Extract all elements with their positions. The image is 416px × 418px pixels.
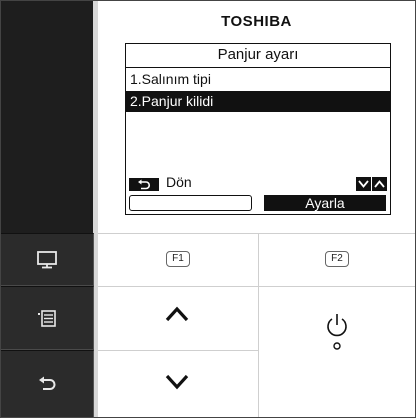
soft-key-left bbox=[129, 195, 252, 211]
chevron-down-icon bbox=[358, 180, 369, 188]
up-arrow-badge bbox=[372, 177, 387, 191]
back-key-badge bbox=[129, 178, 159, 191]
chevron-up-icon bbox=[165, 306, 189, 322]
return-icon bbox=[39, 376, 56, 390]
menu-item-salinim-tipi[interactable]: 1.Salınım tipi bbox=[126, 69, 390, 90]
f1-button[interactable]: F1 bbox=[166, 251, 190, 267]
left-panel-top bbox=[1, 1, 94, 233]
chevron-up-icon bbox=[374, 180, 385, 188]
menu-list-icon bbox=[38, 310, 56, 327]
f2-button[interactable]: F2 bbox=[325, 251, 349, 267]
arrow-keys-badge bbox=[356, 177, 387, 191]
grid-divider bbox=[98, 233, 415, 234]
remote-controller: TOSHIBA Panjur ayarı 1.Salınım tipi 2.Pa… bbox=[0, 0, 416, 418]
power-icon bbox=[327, 314, 347, 350]
grid-divider bbox=[98, 350, 258, 351]
down-button[interactable] bbox=[165, 374, 189, 395]
back-label: Dön bbox=[166, 174, 192, 190]
menu-item-panjur-kilidi[interactable]: 2.Panjur kilidi bbox=[126, 91, 390, 112]
chevron-down-icon bbox=[165, 374, 189, 390]
screen-title: Panjur ayarı bbox=[217, 46, 299, 63]
up-button[interactable] bbox=[165, 306, 189, 327]
monitor-button[interactable] bbox=[1, 233, 94, 286]
return-icon bbox=[138, 179, 150, 189]
power-button[interactable] bbox=[325, 311, 349, 356]
down-arrow-badge bbox=[356, 177, 371, 191]
brand-logo: TOSHIBA bbox=[221, 13, 292, 30]
return-button[interactable] bbox=[1, 350, 94, 418]
monitor-icon bbox=[37, 250, 57, 268]
soft-key-right: Ayarla bbox=[264, 195, 386, 211]
grid-divider bbox=[98, 286, 415, 287]
lcd-screen: Panjur ayarı 1.Salınım tipi 2.Panjur kil… bbox=[125, 43, 391, 215]
menu-button[interactable] bbox=[1, 286, 94, 350]
grid-divider bbox=[258, 233, 259, 417]
title-divider bbox=[126, 67, 390, 68]
